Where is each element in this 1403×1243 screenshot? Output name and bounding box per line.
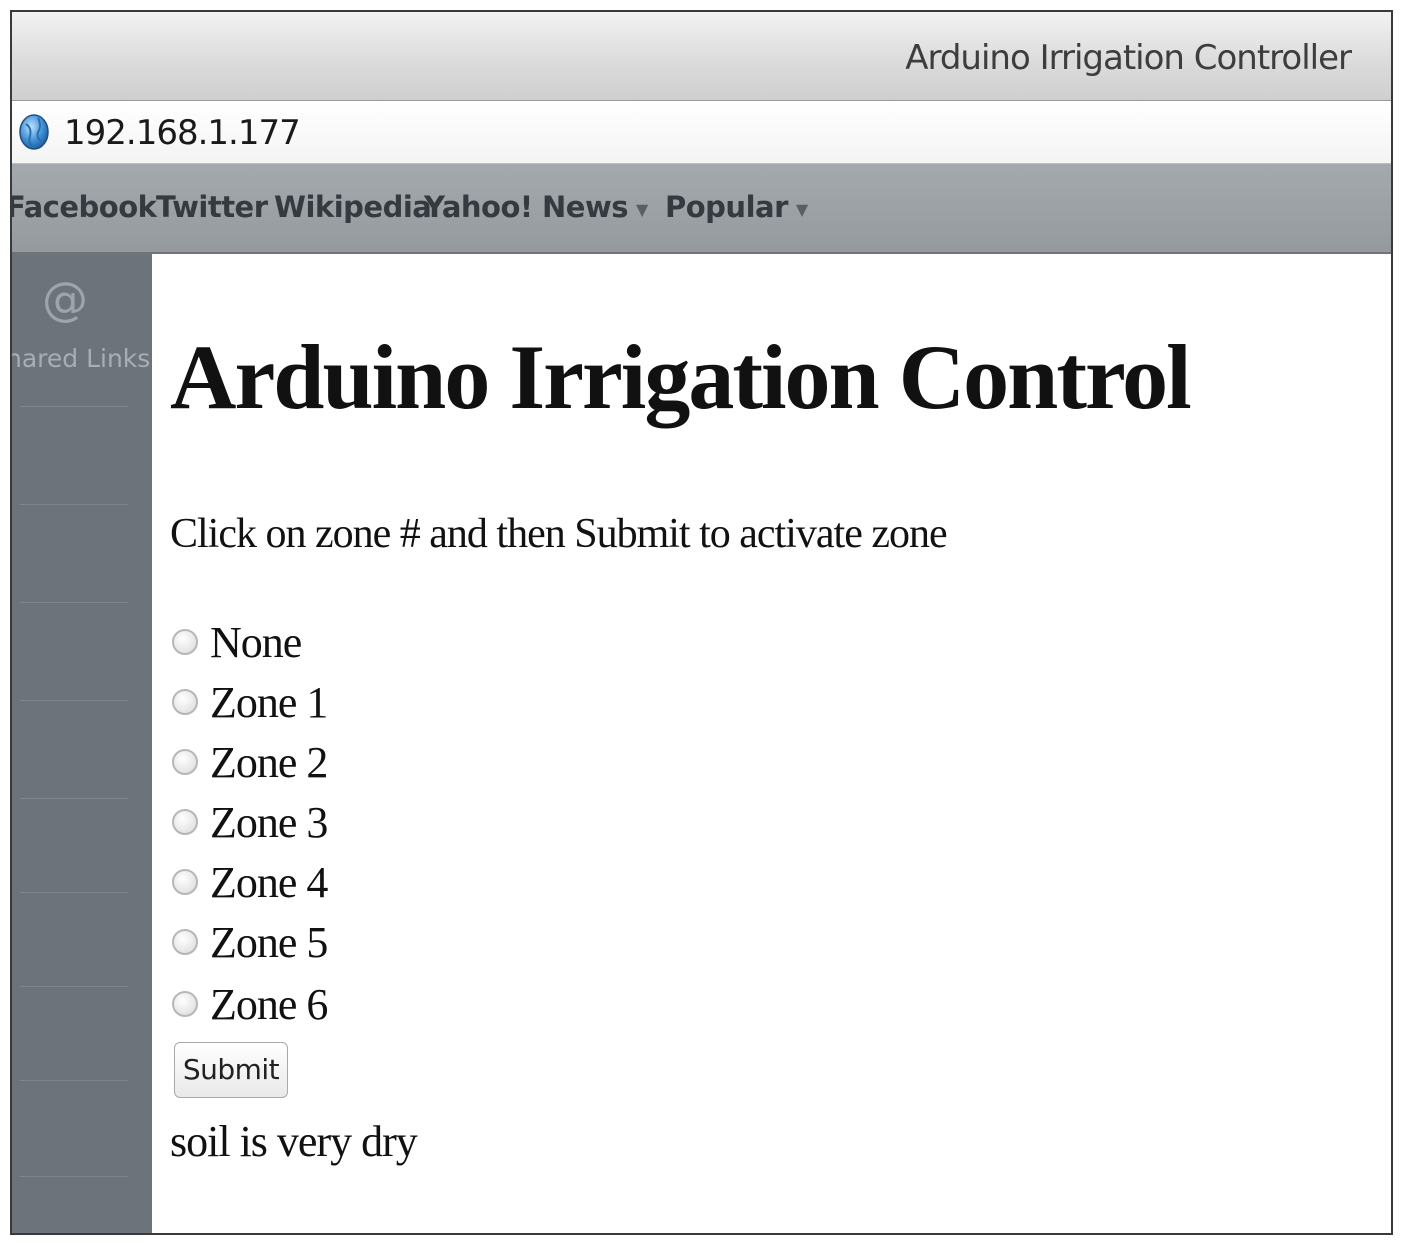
- bookmark-twitter[interactable]: Twitter: [156, 190, 268, 224]
- zone-label: Zone 2: [210, 737, 328, 787]
- sidebar-divider: [20, 798, 128, 799]
- sidebar-divider: [20, 1080, 128, 1081]
- radio-button[interactable]: [172, 991, 198, 1017]
- bookmark-facebook[interactable]: Facebook: [12, 190, 157, 224]
- bookmark-news[interactable]: News ▼: [542, 190, 648, 224]
- url-text[interactable]: 192.168.1.177: [64, 113, 301, 153]
- title-bar: Arduino Irrigation Controller: [12, 12, 1391, 101]
- zone-label: None: [210, 617, 302, 667]
- page-title: Arduino Irrigation Control: [170, 326, 1192, 428]
- sidebar-divider: [20, 602, 128, 603]
- soil-status-text: soil is very dry: [170, 1117, 418, 1166]
- radio-button[interactable]: [172, 629, 198, 655]
- zone-label: Zone 1: [210, 677, 328, 727]
- bookmark-wikipedia[interactable]: Wikipedia: [274, 190, 432, 224]
- address-bar[interactable]: 192.168.1.177: [12, 101, 1391, 164]
- window-title: Arduino Irrigation Controller: [905, 38, 1352, 78]
- zone-option-5[interactable]: Zone 5: [172, 914, 328, 970]
- submit-button[interactable]: Submit: [174, 1042, 288, 1098]
- radio-button[interactable]: [172, 749, 198, 775]
- sidebar: @ hared Links: [12, 254, 152, 1233]
- globe-icon: [19, 114, 49, 150]
- bookmark-yahoo[interactable]: Yahoo!: [424, 190, 533, 224]
- zone-label: Zone 4: [210, 857, 328, 907]
- zone-option-2[interactable]: Zone 2: [172, 734, 328, 790]
- zone-option-none[interactable]: None: [172, 614, 302, 670]
- zone-label: Zone 6: [210, 979, 328, 1029]
- instruction-text: Click on zone # and then Submit to activ…: [170, 511, 948, 557]
- sidebar-divider: [20, 1176, 128, 1177]
- zone-label: Zone 5: [210, 917, 328, 967]
- at-icon[interactable]: @: [42, 272, 88, 326]
- sidebar-divider: [20, 892, 128, 893]
- page-content: Arduino Irrigation Control Click on zone…: [152, 254, 1391, 1233]
- browser-window: Arduino Irrigation Controller 192.168.1.…: [10, 10, 1393, 1235]
- dropdown-arrow-icon: ▼: [795, 199, 808, 219]
- sidebar-divider: [20, 504, 128, 505]
- shared-links-label[interactable]: hared Links: [12, 344, 150, 373]
- zone-label: Zone 3: [210, 797, 328, 847]
- zone-option-6[interactable]: Zone 6: [172, 976, 328, 1032]
- bookmarks-bar: Facebook Twitter Wikipedia Yahoo! News ▼ …: [12, 164, 1391, 254]
- radio-button[interactable]: [172, 689, 198, 715]
- dropdown-arrow-icon: ▼: [636, 199, 648, 219]
- radio-button[interactable]: [172, 929, 198, 955]
- radio-button[interactable]: [172, 869, 198, 895]
- zone-option-3[interactable]: Zone 3: [172, 794, 328, 850]
- zone-option-1[interactable]: Zone 1: [172, 674, 328, 730]
- sidebar-divider: [20, 700, 128, 701]
- radio-button[interactable]: [172, 809, 198, 835]
- zone-option-4[interactable]: Zone 4: [172, 854, 328, 910]
- bookmark-popular[interactable]: Popular ▼: [665, 190, 808, 224]
- sidebar-divider: [20, 986, 128, 987]
- sidebar-divider: [20, 406, 128, 407]
